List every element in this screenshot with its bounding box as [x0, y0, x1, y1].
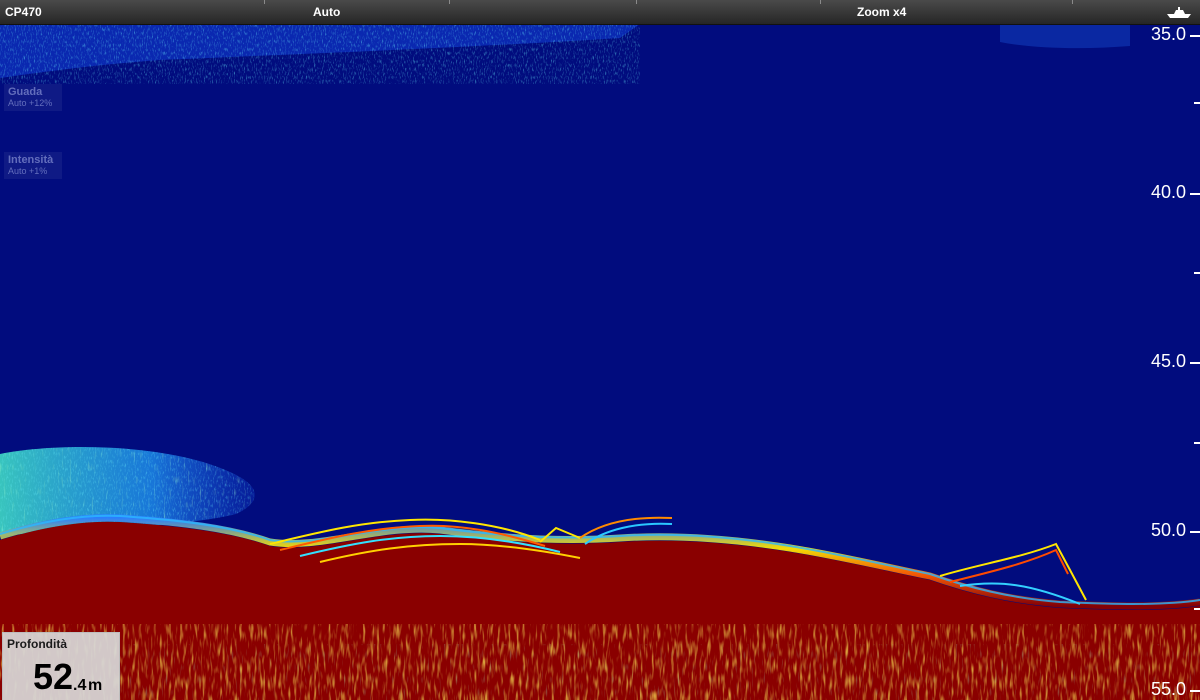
gain-overlay[interactable]: Guada Auto +12% [4, 84, 62, 111]
depth-tick-minor [1194, 102, 1200, 104]
depth-label: 50.0 [1150, 520, 1186, 540]
depth-label: 55.0 [1150, 679, 1186, 699]
gain-value: Auto +12% [8, 98, 53, 108]
status-bar: CP470 Auto Zoom x4 [0, 0, 1200, 25]
depth-tick [1190, 362, 1200, 364]
depth-tick-minor [1194, 272, 1200, 274]
segment-divider [449, 0, 450, 4]
depth-readout[interactable]: Profondità 52 .4 m [2, 632, 120, 700]
depth-tick [1190, 193, 1200, 195]
depth-readout-title: Profondità [7, 637, 67, 651]
depth-tick [1190, 35, 1200, 37]
depth-label: 40.0 [1150, 182, 1186, 202]
intensity-overlay[interactable]: Intensità Auto +1% [4, 152, 62, 179]
sonar-app: CP470 Auto Zoom x4 Guada Auto +12% Inten… [0, 0, 1200, 700]
depth-unit: m [88, 677, 103, 694]
depth-scale: 35.0 40.0 45.0 50.0 55.0 [1130, 24, 1200, 700]
source-label[interactable]: CP470 [5, 4, 42, 20]
mode-label[interactable]: Auto [313, 4, 340, 20]
depth-tick [1190, 531, 1200, 533]
bottom-returns [0, 624, 1200, 700]
intensity-value: Auto +1% [8, 166, 48, 176]
segment-divider [636, 0, 637, 4]
boat-icon[interactable] [1166, 5, 1192, 19]
depth-tick-minor [1194, 442, 1200, 444]
segment-divider [820, 0, 821, 4]
depth-value-integer: 52 [33, 656, 74, 697]
segment-divider [1072, 0, 1073, 4]
gain-title: Guada [8, 86, 43, 98]
zoom-label[interactable]: Zoom x4 [857, 4, 906, 20]
depth-tick [1190, 690, 1200, 692]
surface-clutter [0, 24, 1130, 84]
sonar-display[interactable] [0, 24, 1200, 700]
depth-label: 45.0 [1150, 351, 1186, 371]
depth-tick-minor [1194, 608, 1200, 610]
depth-value-decimal: .4 [73, 677, 87, 694]
intensity-title: Intensità [8, 154, 54, 166]
segment-divider [264, 0, 265, 4]
depth-label: 35.0 [1150, 24, 1186, 44]
